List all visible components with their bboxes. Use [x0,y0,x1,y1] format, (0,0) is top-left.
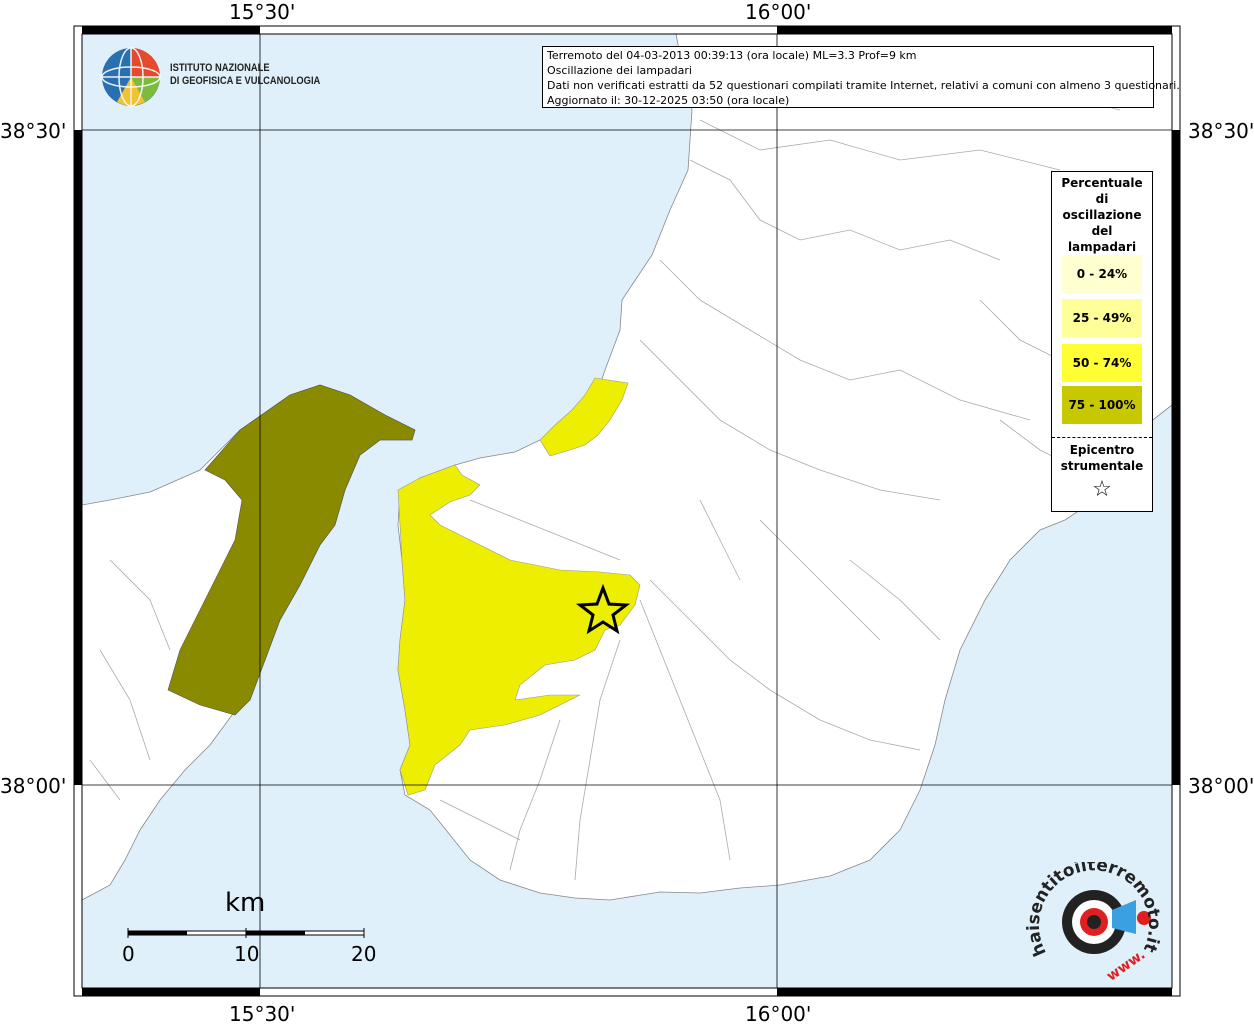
legend-title-line-3: oscillazione [1062,208,1142,222]
star-icon: ☆ [1092,477,1112,502]
info-line-1: Terremoto del 04-03-2013 00:39:13 (ora l… [547,49,917,62]
left-lat-label-1: 38°30' [0,119,67,143]
info-line-2: Oscillazione dei lampadari [547,64,692,77]
legend-class-50-74: 50 - 74% [1062,344,1142,382]
legend-class-75-100: 75 - 100% [1062,386,1142,424]
legend: Percentuale di oscillazione del lampadar… [1051,171,1153,512]
haisentito-logo: haisentitoilterremoto.it www. [1024,855,1164,987]
info-box: Terremoto del 04-03-2013 00:39:13 (ora l… [542,46,1180,108]
left-lat-label-2: 38°00' [0,774,67,798]
legend-class-0-24: 0 - 24% [1062,255,1142,293]
legend-separator [1052,437,1152,438]
ingv-logo-line-2: DI GEOFISICA E VULCANOLOGIA [170,75,321,87]
right-lat-label-1: 38°30' [1188,119,1254,143]
info-line-3: Dati non verificati estratti da 52 quest… [547,79,1180,92]
right-lat-label-2: 38°00' [1188,774,1254,798]
top-lon-label-2: 16°00' [745,0,812,24]
legend-epicenter-line-1: Epicentro [1069,443,1135,457]
scale-label-0: 0 [122,942,135,966]
legend-title-line-1: Percentuale [1061,176,1143,190]
top-lon-label-1: 15°30' [229,0,296,24]
legend-title: Percentuale di oscillazione del lampadar… [1052,175,1152,255]
scale-label-10: 10 [234,942,260,966]
legend-title-line-2: di [1095,192,1109,206]
megaphone-icon: haisentitoilterremoto.it www. [1024,855,1164,984]
ingv-logo [100,46,162,113]
legend-title-line-4: del [1091,224,1113,238]
legend-title-line-5: lampadari [1067,240,1137,254]
haisentito-logo-www: www. [1104,947,1149,982]
ingv-logo-text: ISTITUTO NAZIONALE DI GEOFISICA E VULCAN… [170,62,320,88]
scale-label-20: 20 [351,942,377,966]
legend-class-label: 75 - 100% [1068,398,1136,412]
bottom-lon-label-1: 15°30' [229,1002,296,1026]
legend-class-label: 50 - 74% [1072,356,1132,370]
ingv-logo-line-1: ISTITUTO NAZIONALE [170,62,270,74]
info-line-4: Aggiornato il: 30-12-2025 03:50 (ora loc… [547,94,790,107]
legend-class-label: 0 - 24% [1076,267,1128,281]
globe-icon [101,47,161,107]
legend-epicenter-label: Epicentro strumentale [1052,442,1152,474]
bottom-lon-label-2: 16°00' [745,1002,812,1026]
legend-epicenter-line-2: strumentale [1060,459,1144,473]
legend-class-label: 25 - 49% [1072,311,1132,325]
legend-class-25-49: 25 - 49% [1062,299,1142,337]
scale-unit: km [225,888,266,918]
